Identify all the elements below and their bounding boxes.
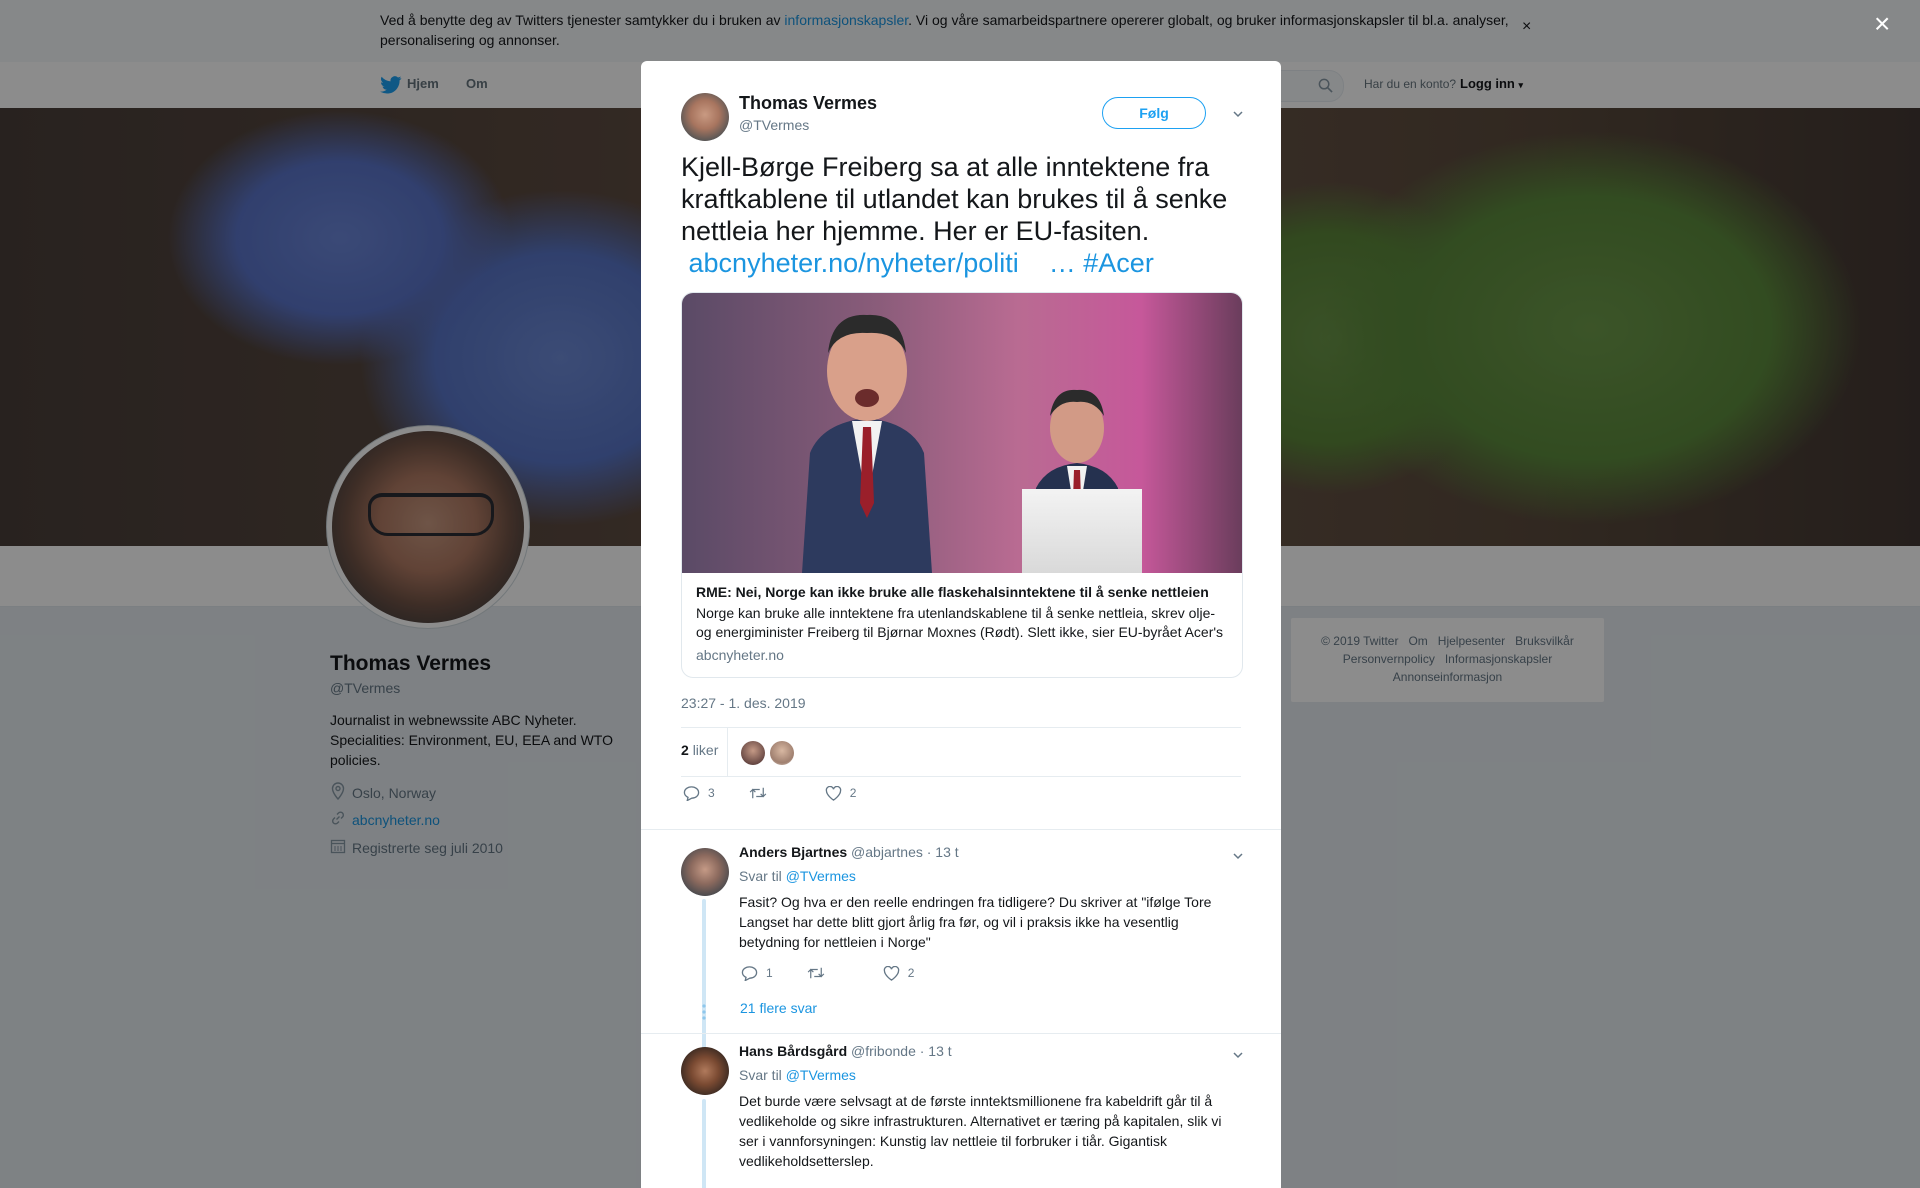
retweet-action[interactable] — [749, 786, 775, 800]
tweet-author-avatar[interactable] — [681, 93, 729, 141]
reply-to-link[interactable]: @TVermes — [786, 1067, 856, 1083]
like-action[interactable]: 2 — [883, 965, 914, 981]
speaker-figure — [802, 314, 932, 573]
reply-text: Fasit? Og hva er den reelle endringen fr… — [739, 894, 1212, 950]
tweet-modal: Thomas Vermes @TVermes Følg Kjell-Børge … — [641, 61, 1281, 1188]
podium-shape — [1022, 489, 1142, 573]
reply-author-name[interactable]: Hans Bårdsgård — [739, 1043, 847, 1059]
divider — [727, 728, 728, 776]
tweet-text: Kjell-Børge Freiberg sa at alle inntekte… — [681, 152, 1228, 278]
reply-to-link[interactable]: @TVermes — [786, 868, 856, 884]
card-image — [682, 293, 1242, 573]
reply-avatar[interactable] — [681, 1047, 729, 1095]
reply-author-name[interactable]: Anders Bjartnes — [739, 844, 847, 860]
reply-header: Hans Bårdsgård @fribonde · 13 t — [739, 1043, 952, 1059]
section-divider — [641, 1033, 1281, 1034]
thread-line — [702, 1099, 706, 1188]
reply-avatar[interactable] — [681, 848, 729, 896]
reply-to: Svar til @TVermes — [739, 868, 856, 884]
likes-count[interactable]: 2 liker — [681, 742, 718, 758]
reply-icon[interactable] — [683, 785, 700, 801]
retweet-action[interactable] — [807, 966, 833, 980]
reply-time[interactable]: · 13 t — [927, 844, 959, 860]
heart-icon[interactable] — [825, 785, 842, 801]
retweet-icon[interactable] — [749, 786, 767, 800]
likes-row: 2 liker — [681, 727, 1241, 777]
chevron-down-icon[interactable] — [1233, 1050, 1243, 1060]
card-domain: abcnyheter.no — [696, 647, 784, 663]
retweet-icon[interactable] — [807, 966, 825, 980]
follow-button[interactable]: Følg — [1102, 97, 1206, 129]
tweet-link[interactable]: abcnyheter.no/nyheter/politi … — [681, 248, 1076, 278]
reply-actions: 1 2 — [741, 965, 914, 981]
chevron-down-icon[interactable] — [1233, 851, 1243, 861]
reply-action[interactable]: 1 — [741, 965, 773, 981]
chevron-down-icon[interactable] — [1233, 109, 1243, 119]
card-description: Norge kan bruke alle inntektene fra uten… — [696, 605, 1224, 640]
tweet-author-handle[interactable]: @TVermes — [739, 117, 809, 133]
like-action[interactable]: 2 — [825, 785, 856, 801]
reply-author-handle[interactable]: @abjartnes — [851, 844, 923, 860]
reply-text: Det burde være selvsagt at de første inn… — [739, 1093, 1222, 1169]
section-divider — [641, 829, 1281, 830]
reply-header: Anders Bjartnes @abjartnes · 13 t — [739, 844, 959, 860]
reply-icon[interactable] — [741, 965, 758, 981]
tweet-actions: 3 2 — [683, 785, 856, 801]
liker-avatar[interactable] — [741, 741, 765, 765]
card-title[interactable]: RME: Nei, Norge kan ikke bruke alle flas… — [696, 584, 1209, 600]
more-dots-icon — [702, 1004, 706, 1020]
reply-time[interactable]: · 13 t — [920, 1043, 952, 1059]
reply-to: Svar til @TVermes — [739, 1067, 856, 1083]
thread-line — [702, 899, 706, 1061]
tweet-author-name[interactable]: Thomas Vermes — [739, 93, 877, 114]
heart-icon[interactable] — [883, 965, 900, 981]
reply-action[interactable]: 3 — [683, 785, 715, 801]
overlay-close-icon[interactable]: × — [1874, 10, 1890, 38]
hashtag-link[interactable]: #Acer — [1083, 248, 1154, 278]
link-preview-card[interactable]: RME: Nei, Norge kan ikke bruke alle flas… — [681, 292, 1243, 678]
more-replies-link[interactable]: 21 flere svar — [740, 1000, 817, 1016]
tweet-timestamp[interactable]: 23:27 - 1. des. 2019 — [681, 695, 806, 711]
reply-author-handle[interactable]: @fribonde — [851, 1043, 916, 1059]
liker-avatar[interactable] — [770, 741, 794, 765]
